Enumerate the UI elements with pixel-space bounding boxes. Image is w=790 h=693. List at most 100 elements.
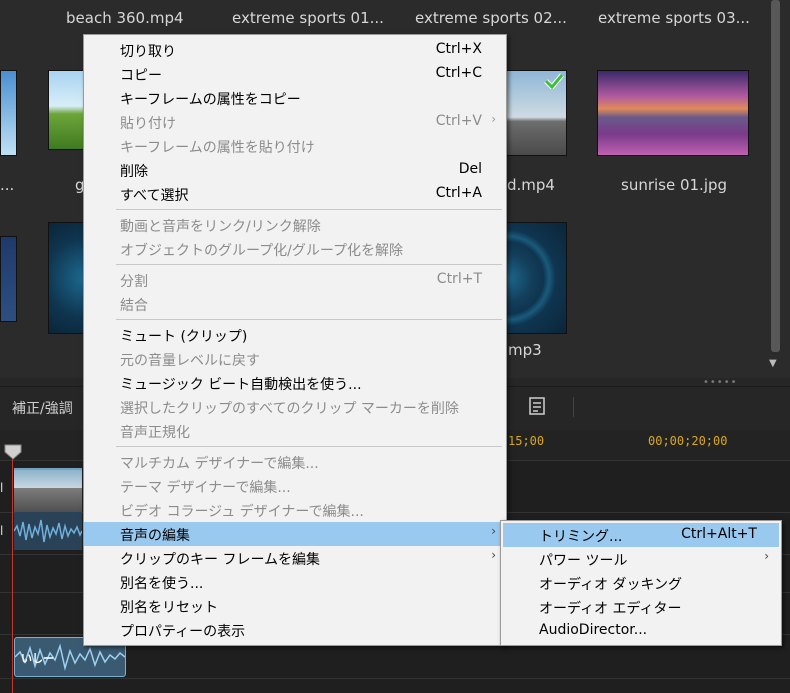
media-title[interactable]: extreme sports 01...	[232, 9, 384, 27]
menu-item-shortcut: Ctrl+V	[435, 113, 482, 129]
chevron-right-icon: ›	[764, 549, 769, 563]
menu-item-label: 切り取り	[120, 44, 176, 60]
edit-audio-submenu: トリミング... Ctrl+Alt+T パワー ツール › オーディオ ダッキン…	[500, 520, 782, 646]
track-divider	[0, 678, 790, 679]
submenu-item-power-tools[interactable]: パワー ツール ›	[503, 547, 779, 571]
menu-item-link-unlink[interactable]: 動画と音声をリンク/リンク解除	[84, 213, 506, 237]
media-title[interactable]: beach 360.mp4	[66, 9, 184, 27]
menu-separator	[116, 446, 502, 447]
menu-item-edit-clip-keyframes[interactable]: クリップのキー フレームを編集 ›	[84, 546, 506, 570]
media-caption: d.mp4	[507, 176, 555, 194]
menu-item-delete[interactable]: 削除 Del	[84, 158, 506, 182]
menu-item-label: オーディオ ダッキング	[539, 577, 683, 593]
menu-item-label: キーフレームの属性をコピー	[120, 92, 301, 108]
clip-thumbnail	[14, 488, 82, 512]
menu-item-label: 分割	[120, 274, 148, 290]
menu-item-copy-keyframe-attributes[interactable]: キーフレームの属性をコピー	[84, 86, 506, 110]
media-thumbnail[interactable]	[48, 222, 86, 334]
menu-item-cut[interactable]: 切り取り Ctrl+X	[84, 38, 506, 62]
menu-item-shortcut: Ctrl+Alt+T	[681, 526, 757, 542]
menu-item-shortcut: Ctrl+X	[435, 41, 482, 57]
media-thumbnail[interactable]	[505, 70, 567, 156]
menu-item-label: プロパティーの表示	[120, 624, 246, 640]
media-title[interactable]: extreme sports 02...	[415, 9, 567, 27]
menu-item-label: マルチカム デザイナーで編集...	[120, 456, 319, 472]
submenu-item-trim[interactable]: トリミング... Ctrl+Alt+T	[503, 523, 779, 547]
menu-item-shortcut: Ctrl+T	[436, 271, 482, 287]
menu-item-label: 元の音量レベルに戻す	[120, 353, 260, 369]
list-icon[interactable]	[526, 395, 548, 417]
media-thumbnail[interactable]	[597, 70, 749, 156]
menu-item-paste-keyframe-attributes[interactable]: キーフレームの属性を貼り付け	[84, 134, 506, 158]
menu-item-label: 別名を使う...	[120, 576, 204, 592]
audio-clip[interactable]	[14, 512, 82, 550]
media-thumbnail[interactable]	[48, 70, 86, 150]
menu-item-theme-designer[interactable]: テーマ デザイナーで編集...	[84, 474, 506, 498]
menu-item-audio-normalize[interactable]: 音声正規化	[84, 419, 506, 443]
submenu-item-audio-ducking[interactable]: オーディオ ダッキング	[503, 571, 779, 595]
menu-item-label: 貼り付け	[120, 116, 176, 132]
menu-item-label: ビデオ コラージュ デザイナーで編集...	[120, 504, 364, 520]
video-clip[interactable]	[14, 468, 82, 512]
media-caption: ...	[0, 176, 15, 194]
menu-item-label: 削除	[120, 164, 148, 180]
menu-item-remove-clip-markers[interactable]: 選択したクリップのすべてのクリップ マーカーを削除	[84, 395, 506, 419]
menu-item-label: 別名をリセット	[120, 600, 218, 616]
menu-item-shortcut: Ctrl+C	[435, 65, 482, 81]
menu-separator	[116, 209, 502, 210]
media-caption: sunrise 01.jpg	[621, 176, 728, 194]
audio-thumbnail[interactable]	[500, 222, 567, 334]
scrollbar-thumb[interactable]	[771, 0, 780, 352]
menu-item-group-ungroup[interactable]: オブジェクトのグループ化/グループ化を解除	[84, 237, 506, 261]
menu-item-multicam-designer[interactable]: マルチカム デザイナーで編集...	[84, 450, 506, 474]
submenu-item-audiodirector[interactable]: AudioDirector...	[503, 619, 779, 643]
menu-item-label: 動画と音声をリンク/リンク解除	[120, 219, 321, 235]
scroll-down-icon[interactable]: ▼	[769, 358, 777, 369]
playhead[interactable]	[12, 450, 13, 693]
chevron-right-icon: ›	[491, 112, 496, 126]
menu-item-reset-alias[interactable]: 別名をリセット	[84, 594, 506, 618]
waveform	[14, 519, 82, 543]
menu-separator	[116, 319, 502, 320]
menu-item-use-alias[interactable]: 別名を使う...	[84, 570, 506, 594]
menu-item-video-collage-designer[interactable]: ビデオ コラージュ デザイナーで編集...	[84, 498, 506, 522]
menu-item-properties[interactable]: プロパティーの表示	[84, 618, 506, 642]
menu-item-select-all[interactable]: すべて選択 Ctrl+A	[84, 182, 506, 206]
toolbar-divider	[573, 397, 574, 417]
menu-item-music-beat-detection[interactable]: ミュージック ビート自動検出を使う...	[84, 371, 506, 395]
ruler-label: 15;00	[508, 434, 545, 448]
chevron-right-icon: ›	[491, 524, 496, 538]
menu-item-label: 音声の編集	[120, 528, 190, 544]
menu-item-label: テーマ デザイナーで編集...	[120, 480, 291, 496]
media-thumbnail[interactable]	[0, 70, 17, 156]
menu-item-label: トリミング...	[539, 529, 623, 545]
menu-item-label: 音声正規化	[120, 425, 190, 441]
menu-item-shortcut: Del	[458, 161, 482, 177]
menu-item-label: オーディオ エディター	[539, 601, 682, 617]
menu-item-label: 結合	[120, 298, 148, 314]
menu-item-label: すべて選択	[120, 188, 189, 204]
playhead-handle-icon[interactable]	[4, 444, 22, 460]
clip-thumbnail	[14, 470, 82, 488]
menu-item-join[interactable]: 結合	[84, 292, 506, 316]
track-marker: l	[0, 524, 4, 538]
menu-item-mute-clip[interactable]: ミュート (クリップ)	[84, 323, 506, 347]
menu-item-label: パワー ツール	[539, 553, 628, 569]
chevron-right-icon: ›	[491, 548, 496, 562]
menu-item-restore-volume[interactable]: 元の音量レベルに戻す	[84, 347, 506, 371]
menu-item-label: コピー	[120, 68, 162, 84]
submenu-item-audio-editor[interactable]: オーディオ エディター	[503, 595, 779, 619]
menu-separator	[116, 264, 502, 265]
media-thumbnail[interactable]	[0, 236, 17, 322]
media-title[interactable]: extreme sports 03...	[598, 9, 750, 27]
clip-label: いしー	[21, 652, 54, 665]
menu-item-split[interactable]: 分割 Ctrl+T	[84, 268, 506, 292]
menu-item-edit-audio[interactable]: 音声の編集 ›	[84, 522, 506, 546]
menu-item-paste[interactable]: 貼り付け Ctrl+V ›	[84, 110, 506, 134]
track-marker: l	[0, 481, 4, 495]
menu-item-label: 選択したクリップのすべてのクリップ マーカーを削除	[120, 401, 459, 417]
menu-item-label: オブジェクトのグループ化/グループ化を解除	[120, 243, 404, 259]
menu-item-copy[interactable]: コピー Ctrl+C	[84, 62, 506, 86]
menu-item-shortcut: Ctrl+A	[435, 185, 482, 201]
fix-enhance-button[interactable]: 補正/強調	[12, 398, 73, 418]
